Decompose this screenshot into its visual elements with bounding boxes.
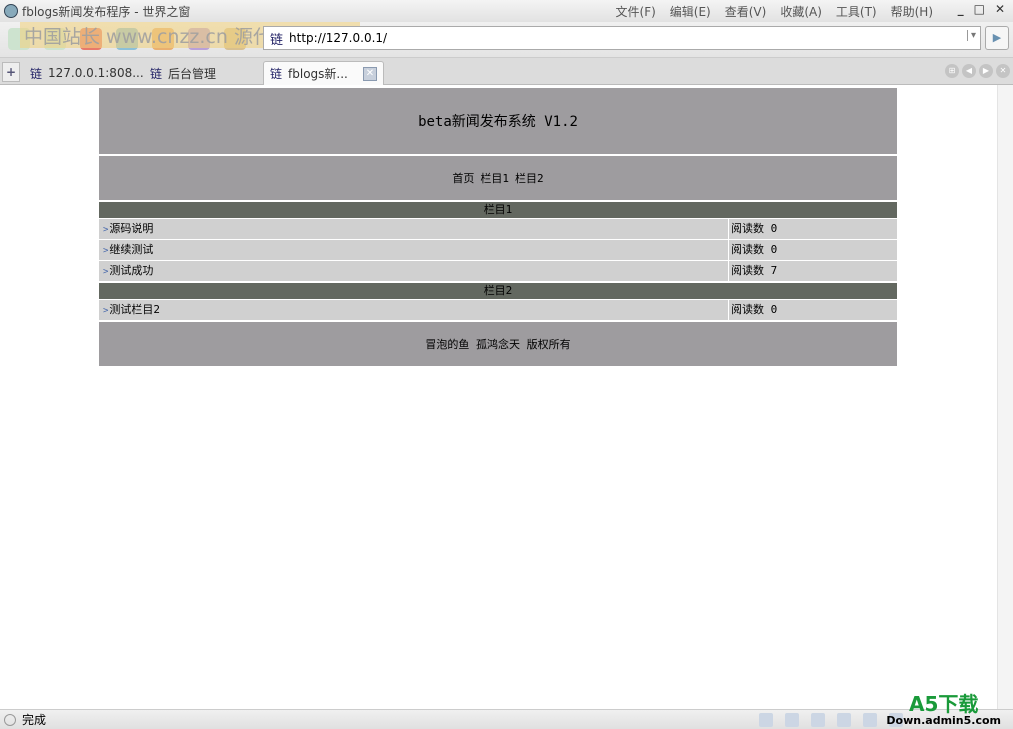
status-bar: 完成 A5下载 Down.admin5.com: [0, 694, 1013, 729]
nav-home[interactable]: 首页: [452, 170, 474, 186]
article-row: >源码说明 阅读数 0: [99, 219, 897, 239]
menu-tools[interactable]: 工具(T): [836, 3, 877, 20]
security-icon[interactable]: [785, 713, 799, 727]
tab-bar: + 链 127.0.0.1:808... 链后台管理 链 fblogs新... ✕ ⊞…: [0, 58, 1013, 85]
tab-1[interactable]: 链 127.0.0.1:808...: [24, 61, 144, 85]
menu-file[interactable]: 文件(F): [616, 3, 656, 20]
tab-next-icon[interactable]: ▶: [979, 64, 993, 78]
reads-label: 阅读数: [731, 222, 764, 235]
copyright: 冒泡的鱼 孤鸿念天 版权所有: [425, 338, 571, 351]
tab-close-all-icon[interactable]: ✕: [996, 64, 1010, 78]
page-content: beta新闻发布系统 V1.2 首页 栏目1 栏目2 栏目1 >源码说明 阅读数 …: [0, 85, 997, 709]
article-link[interactable]: 测试成功: [109, 264, 153, 277]
menu-bar: 文件(F) 编辑(E) 查看(V) 收藏(A) 工具(T) 帮助(H): [616, 3, 933, 20]
reads-count: 0: [770, 222, 778, 235]
bullet-arrow-icon: >: [103, 306, 109, 316]
browser-globe-icon: [4, 4, 18, 18]
reads-count: 0: [770, 243, 778, 256]
download-icon[interactable]: [863, 713, 877, 727]
tab-label: 后台管理: [168, 66, 217, 81]
reader-icon[interactable]: [811, 713, 825, 727]
address-input[interactable]: http://127.0.0.1/: [289, 31, 387, 45]
menu-edit[interactable]: 编辑(E): [670, 3, 711, 20]
close-window-button[interactable]: ✕: [995, 2, 1005, 16]
site-header: beta新闻发布系统 V1.2: [99, 88, 897, 154]
section-header: 栏目1: [99, 202, 897, 218]
nav-column-1[interactable]: 栏目1: [480, 170, 509, 186]
maximize-button[interactable]: □: [974, 2, 985, 16]
menu-help[interactable]: 帮助(H): [891, 3, 933, 20]
close-tab-icon[interactable]: ✕: [363, 67, 377, 81]
bullet-arrow-icon: >: [103, 267, 109, 277]
tab-favicon: 链: [150, 66, 163, 81]
tab-label: fblogs新...: [288, 67, 348, 81]
reads-label: 阅读数: [731, 303, 764, 316]
news-page: beta新闻发布系统 V1.2 首页 栏目1 栏目2 栏目1 >源码说明 阅读数 …: [99, 88, 897, 366]
article-link[interactable]: 源码说明: [109, 222, 153, 235]
article-row: >继续测试 阅读数 0: [99, 240, 897, 260]
reads-label: 阅读数: [731, 243, 764, 256]
reads-count: 0: [770, 303, 778, 316]
tab-grid-icon[interactable]: ⊞: [945, 64, 959, 78]
bullet-arrow-icon: >: [103, 225, 109, 235]
brand-url: Down.admin5.com: [886, 714, 1001, 727]
status-text: 完成: [22, 713, 47, 727]
nav-column-2[interactable]: 栏目2: [515, 170, 544, 186]
site-nav: 首页 栏目1 栏目2: [99, 156, 897, 200]
tab-favicon: 链: [30, 66, 43, 81]
compass-icon[interactable]: [837, 713, 851, 727]
tab-2[interactable]: 链后台管理: [144, 61, 260, 85]
tab-label: 127.0.0.1:808...: [48, 66, 144, 80]
address-dropdown-icon[interactable]: ▾: [966, 30, 976, 41]
tab-3-active[interactable]: 链 fblogs新... ✕: [263, 61, 384, 85]
go-button[interactable]: ▶: [985, 26, 1009, 50]
article-row: >测试栏目2 阅读数 0: [99, 300, 897, 320]
title-bar: fblogs新闻发布程序 - 世界之窗 文件(F) 编辑(E) 查看(V) 收藏…: [0, 0, 1013, 22]
reads-label: 阅读数: [731, 264, 764, 277]
reads-count: 7: [770, 264, 778, 277]
article-row: >测试成功 阅读数 7: [99, 261, 897, 281]
site-title: beta新闻发布系统 V1.2: [418, 114, 578, 130]
brand-logo: A5下载: [909, 692, 979, 716]
minimize-button[interactable]: _: [958, 2, 964, 16]
bullet-arrow-icon: >: [103, 246, 109, 256]
menu-view[interactable]: 查看(V): [725, 3, 767, 20]
section-header: 栏目2: [99, 283, 897, 299]
article-link[interactable]: 测试栏目2: [109, 303, 160, 316]
menu-favorites[interactable]: 收藏(A): [780, 3, 822, 20]
tab-favicon: 链: [270, 67, 283, 81]
page-favicon: 链: [270, 32, 284, 48]
tab-prev-icon[interactable]: ◀: [962, 64, 976, 78]
site-footer: 冒泡的鱼 孤鸿念天 版权所有: [99, 322, 897, 366]
new-tab-button[interactable]: +: [2, 62, 20, 82]
toolbar: 中国站长 www.cnzz.cn 源代码调试截图 链 http://127.0.…: [0, 22, 1013, 58]
window-title: fblogs新闻发布程序 - 世界之窗: [22, 4, 191, 19]
brand-watermark: A5下载 Down.admin5.com: [886, 694, 1001, 727]
address-bar[interactable]: 链 http://127.0.0.1/ ▾: [263, 26, 981, 50]
notes-icon[interactable]: [759, 713, 773, 727]
status-icon: [4, 713, 16, 726]
article-link[interactable]: 继续测试: [109, 243, 153, 256]
vertical-scrollbar[interactable]: [997, 85, 1013, 709]
